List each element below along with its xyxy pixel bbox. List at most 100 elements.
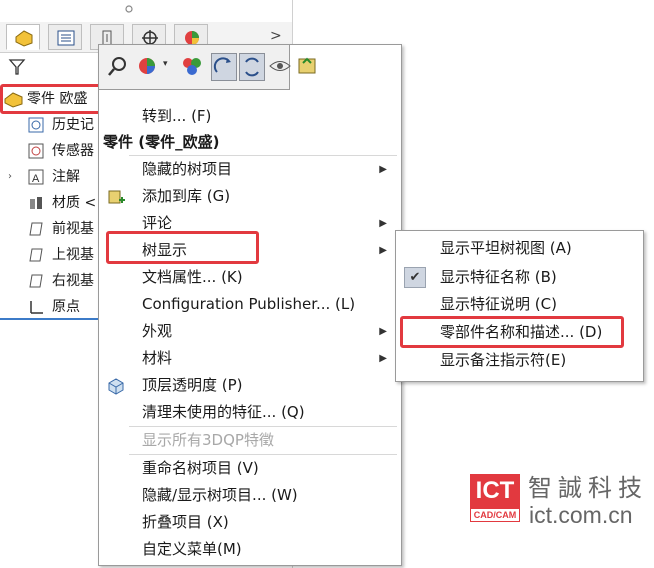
material-icon — [30, 197, 42, 209]
tree-item-sensors[interactable]: 传感器 — [0, 139, 100, 163]
menu-item-label: Configuration Publisher... (L) — [142, 295, 356, 313]
menu-item-collapse-items[interactable]: 折叠项目 (X) — [99, 509, 399, 536]
menu-header-part: 零件 (零件_欧盛) — [99, 129, 399, 156]
tabs-scroll-right[interactable]: > — [270, 28, 282, 44]
expand-arrow-icon[interactable]: › — [8, 165, 12, 189]
watermark-url: ict.com.cn — [529, 502, 633, 528]
submenu-item-show-note-indicator[interactable]: 显示备注指示符(E) — [396, 347, 641, 374]
tree-item-label: 上视基 — [52, 247, 94, 263]
menu-item-document-properties[interactable]: 文档属性... (K) — [99, 264, 399, 291]
library-icon — [298, 57, 316, 74]
tree-item-label: 右视基 — [52, 273, 94, 289]
part-icon — [15, 30, 33, 47]
highlight-box — [0, 84, 104, 114]
origin-icon — [30, 301, 43, 314]
menu-item-label: 清理未使用的特征... (Q) — [142, 403, 305, 421]
menu-item-label: 外观 — [142, 322, 173, 340]
hide-show-button[interactable] — [267, 53, 293, 81]
rollback-bar[interactable] — [0, 318, 98, 320]
highlight-box — [106, 231, 259, 264]
tree-item-material[interactable]: 材质 < — [0, 191, 100, 215]
menu-item-rename-tree-item[interactable]: 重命名树项目 (V) — [99, 455, 399, 482]
tree-item-label: 传感器 — [52, 143, 94, 159]
zoom-to-selection-button[interactable] — [105, 53, 131, 81]
tree-item-label: 材质 < — [52, 195, 97, 211]
history-icon — [28, 117, 44, 133]
submenu-arrow-icon: ▶ — [379, 164, 387, 175]
submenu-item-show-feature-names[interactable]: ✔ 显示特征名称 (B) — [396, 264, 641, 291]
submenu-arrow-icon: ▶ — [379, 326, 387, 337]
menu-item-hidden-tree-items[interactable]: 隐藏的树项目 ▶ — [99, 156, 399, 183]
eye-icon — [269, 61, 291, 71]
pin-icon[interactable] — [124, 4, 134, 14]
tree-display-submenu: 显示平坦树视图 (A) ✔ 显示特征名称 (B) 显示特征说明 (C) 零部件名… — [395, 230, 644, 382]
appearance-button[interactable] — [135, 53, 161, 81]
panel-top-strip — [0, 0, 292, 22]
tree-item-label: 历史记 — [52, 117, 94, 133]
tab-feature-manager[interactable] — [6, 24, 40, 50]
menu-item-appearance[interactable]: 外观 ▶ — [99, 318, 399, 345]
plane-icon — [29, 274, 43, 288]
menu-item-label: 折叠项目 (X) — [142, 513, 229, 531]
menu-item-label: 文档属性... (K) — [142, 268, 243, 286]
tree-refresh-icon — [213, 57, 231, 73]
submenu-item-label: 显示备注指示符(E) — [440, 351, 567, 369]
filter-icon[interactable] — [8, 58, 26, 80]
watermark-logo: ICT — [470, 474, 520, 508]
menu-item-hide-show-tree-items[interactable]: 隐藏/显示树项目... (W) — [99, 482, 399, 509]
submenu-item-flat-tree[interactable]: 显示平坦树视图 (A) — [396, 235, 641, 262]
color-balls-icon — [183, 58, 201, 75]
tree-item-annotations[interactable]: › A 注解 — [0, 165, 100, 189]
sensor-icon — [28, 143, 44, 159]
menu-item-show-3dqp: 显示所有3DQP特徵 — [99, 427, 399, 454]
menu-item-label: 显示所有3DQP特徵 — [142, 431, 274, 449]
menu-item-label: 重命名树项目 (V) — [142, 459, 259, 477]
highlight-box — [400, 316, 624, 348]
rebuild-icon — [245, 57, 259, 77]
submenu-item-show-feature-descriptions[interactable]: 显示特征说明 (C) — [396, 291, 641, 318]
transparency-icon — [108, 378, 124, 395]
watermark-logo-sub: CAD/CAM — [470, 508, 520, 522]
tree-item-label: 注解 — [52, 169, 80, 185]
submenu-arrow-icon: ▶ — [379, 245, 387, 256]
submenu-item-label: 显示平坦树视图 (A) — [440, 239, 572, 257]
add-to-library-icon — [108, 190, 125, 204]
dropdown-arrow-icon[interactable]: ▾ — [163, 59, 168, 69]
property-list-icon — [57, 30, 75, 46]
rebuild-button[interactable] — [239, 53, 265, 81]
submenu-item-label: 显示特征说明 (C) — [440, 295, 557, 313]
svg-text:A: A — [32, 173, 40, 185]
menu-item-material[interactable]: 材料 ▶ — [99, 345, 399, 372]
tree-item-history[interactable]: 历史记 — [0, 113, 100, 137]
menu-item-customize-menu[interactable]: 自定义菜单(M) — [99, 536, 399, 563]
context-menu: ▾ 转到... (F) 零件 (零件_欧盛) 隐藏的树项目 ▶ 添加到库 (G)… — [98, 44, 402, 566]
tab-property-manager[interactable] — [48, 24, 82, 50]
menu-item-top-transparency[interactable]: 顶层透明度 (P) — [99, 372, 399, 399]
menu-item-goto[interactable]: 转到... (F) — [99, 103, 399, 130]
menu-item-purge-unused[interactable]: 清理未使用的特征... (Q) — [99, 399, 399, 426]
menu-header-label: 零件 (零件_欧盛) — [103, 133, 220, 151]
magnifier-icon — [108, 57, 126, 76]
submenu-item-label: 显示特征名称 (B) — [440, 268, 557, 286]
tree-item-top-plane[interactable]: 上视基 — [0, 243, 100, 267]
menu-item-label: 材料 — [142, 349, 173, 367]
menu-item-label: 隐藏的树项目 — [142, 160, 233, 178]
checkmark-icon: ✔ — [404, 267, 426, 288]
tree-item-label: 前视基 — [52, 221, 94, 237]
menu-item-add-to-library[interactable]: 添加到库 (G) — [99, 183, 399, 210]
menu-item-label: 转到... (F) — [142, 107, 212, 125]
plane-icon — [29, 248, 43, 262]
submenu-arrow-icon: ▶ — [379, 353, 387, 364]
menu-item-configuration-publisher[interactable]: Configuration Publisher... (L) — [99, 291, 399, 318]
tree-item-front-plane[interactable]: 前视基 — [0, 217, 100, 241]
submenu-arrow-icon: ▶ — [379, 218, 387, 229]
edit-appearance-button[interactable] — [179, 53, 205, 81]
save-to-library-button[interactable] — [295, 53, 321, 81]
tree-item-right-plane[interactable]: 右视基 — [0, 269, 100, 293]
plane-icon — [29, 222, 43, 236]
tree-item-origin[interactable]: 原点 — [0, 295, 100, 319]
flyout-tree-button[interactable] — [211, 53, 237, 81]
context-toolbar: ▾ — [99, 45, 293, 90]
menu-item-label: 自定义菜单(M) — [142, 540, 242, 558]
menu-item-label: 顶层透明度 (P) — [142, 376, 243, 394]
